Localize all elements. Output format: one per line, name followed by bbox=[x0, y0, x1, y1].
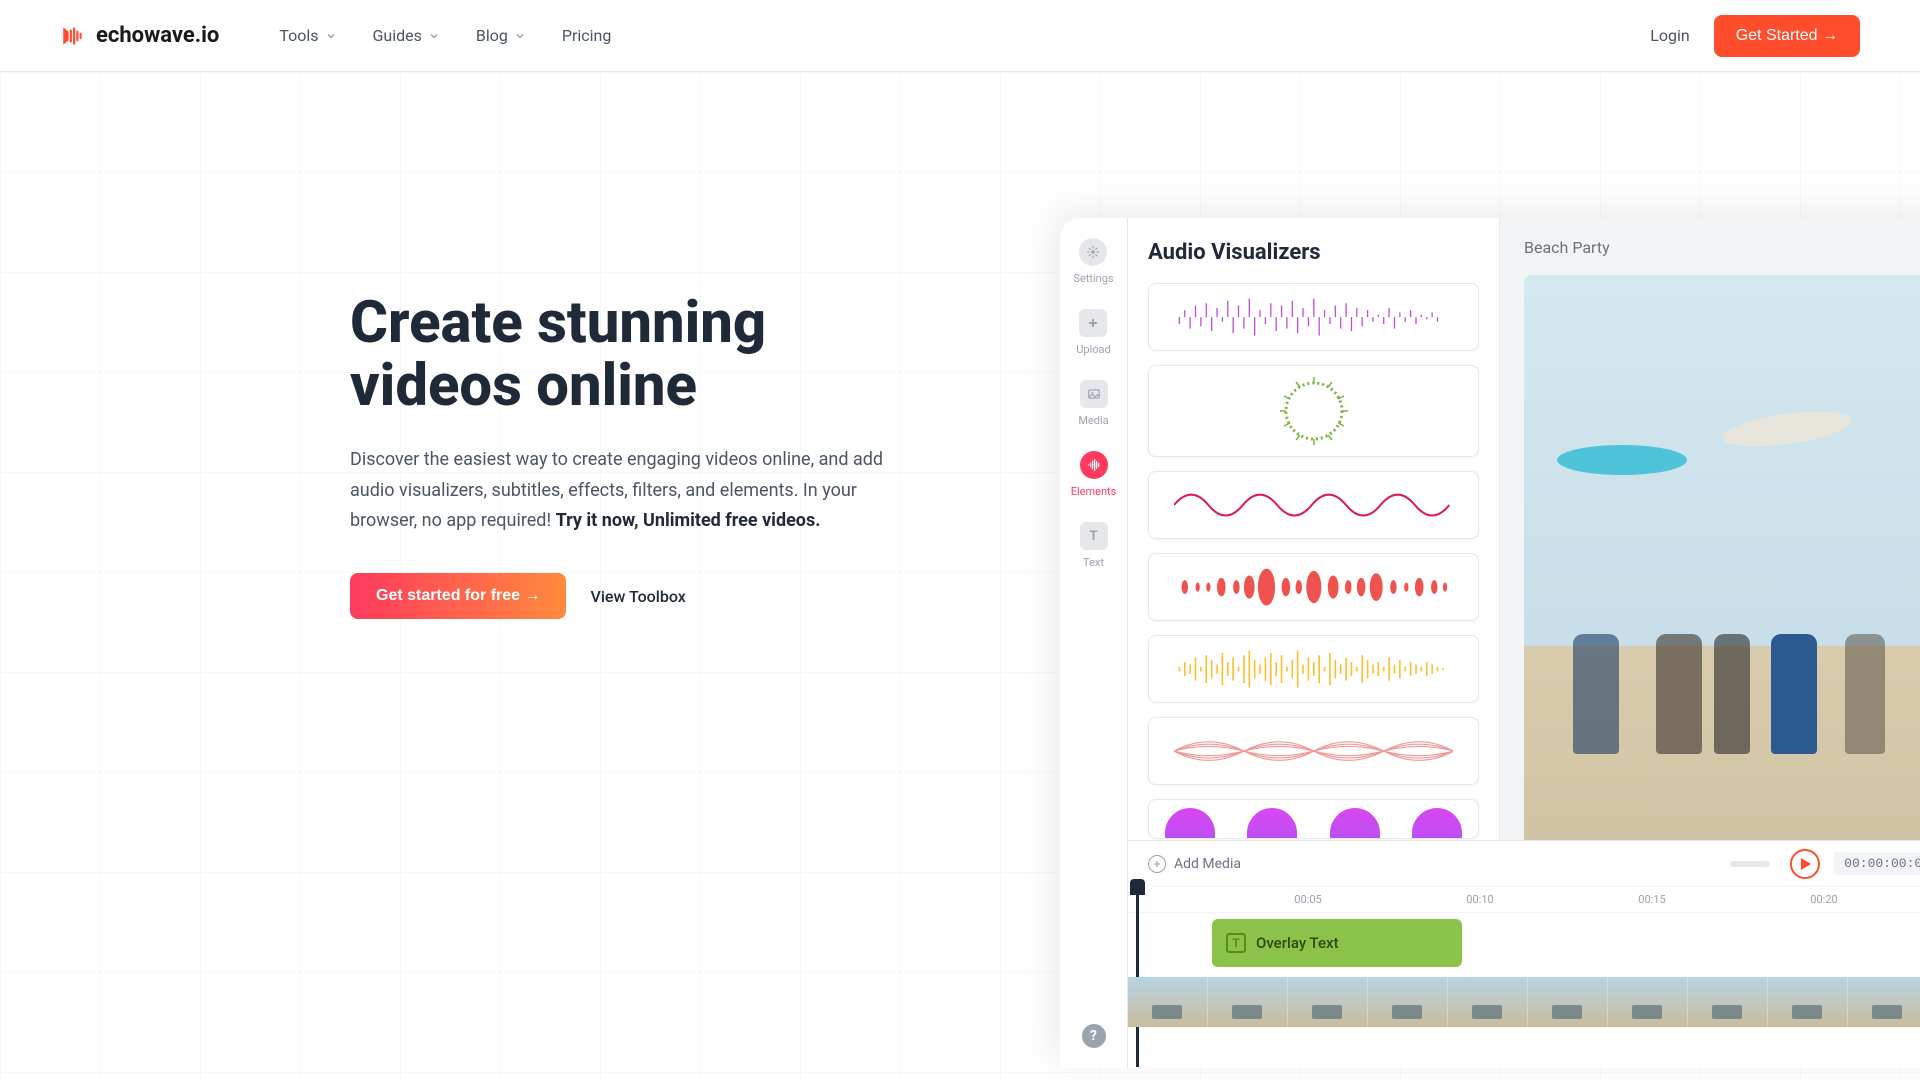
visualizer-sine[interactable] bbox=[1148, 471, 1479, 539]
sidebar-item-upload[interactable]: Upload bbox=[1076, 309, 1110, 356]
video-track[interactable] bbox=[1128, 977, 1920, 1027]
multiwave-visualizer-icon bbox=[1174, 728, 1454, 774]
logo-icon bbox=[60, 23, 86, 49]
logo[interactable]: echowave.io bbox=[60, 23, 219, 49]
sine-visualizer-icon bbox=[1174, 482, 1454, 528]
brand-text: echowave.io bbox=[96, 23, 219, 48]
sidebar-item-media[interactable]: Media bbox=[1078, 380, 1108, 427]
drag-handle-icon[interactable] bbox=[1730, 861, 1770, 867]
hero-description: Discover the easiest way to create engag… bbox=[350, 445, 900, 537]
overlay-text-clip[interactable]: T Overlay Text bbox=[1212, 919, 1462, 967]
image-icon bbox=[1080, 380, 1108, 408]
waveform-visualizer-icon bbox=[1174, 646, 1454, 692]
timecode-display: 00:00:00:00 bbox=[1834, 852, 1920, 875]
visualizer-waveform[interactable] bbox=[1148, 635, 1479, 703]
nav-tools[interactable]: Tools bbox=[279, 26, 336, 45]
nav-guides[interactable]: Guides bbox=[373, 26, 440, 45]
app-preview: Settings Upload Media Elements bbox=[1060, 218, 1920, 1068]
login-link[interactable]: Login bbox=[1650, 26, 1689, 45]
visualizer-multiwave[interactable] bbox=[1148, 717, 1479, 785]
header: echowave.io Tools Guides Blog Pricing Lo… bbox=[0, 0, 1920, 72]
sidebar-item-text[interactable]: T Text bbox=[1080, 522, 1108, 569]
dots-visualizer-icon bbox=[1174, 564, 1454, 610]
nav-blog[interactable]: Blog bbox=[476, 26, 526, 45]
gear-icon bbox=[1079, 238, 1107, 266]
get-started-free-button[interactable]: Get started for free → bbox=[350, 573, 566, 619]
visualizer-bars[interactable] bbox=[1148, 283, 1479, 351]
visualizer-dots[interactable] bbox=[1148, 553, 1479, 621]
chevron-down-icon bbox=[428, 30, 440, 42]
preview-title: Beach Party bbox=[1524, 238, 1920, 257]
get-started-button[interactable]: Get Started → bbox=[1714, 15, 1860, 57]
waveform-icon bbox=[1080, 451, 1108, 479]
timeline-ruler[interactable]: 00:05 00:10 00:15 00:20 bbox=[1128, 887, 1920, 913]
chevron-down-icon bbox=[514, 30, 526, 42]
view-toolbox-link[interactable]: View Toolbox bbox=[590, 587, 685, 606]
timeline: + Add Media 00:00:00:00 00:05 00:10 00:1… bbox=[1128, 840, 1920, 1068]
text-icon: T bbox=[1080, 522, 1108, 550]
nav-pricing[interactable]: Pricing bbox=[562, 26, 612, 45]
add-media-button[interactable]: + Add Media bbox=[1148, 855, 1241, 873]
visualizer-circle[interactable] bbox=[1148, 365, 1479, 457]
timeline-tracks[interactable]: T Overlay Text bbox=[1128, 913, 1920, 921]
plus-circle-icon: + bbox=[1148, 855, 1166, 873]
play-button[interactable] bbox=[1790, 849, 1820, 879]
play-icon bbox=[1801, 858, 1811, 870]
panel-title: Audio Visualizers bbox=[1148, 240, 1479, 265]
circle-visualizer-icon bbox=[1274, 371, 1354, 451]
sidebar-item-settings[interactable]: Settings bbox=[1073, 238, 1113, 285]
hero-title: Create stunning videos online bbox=[350, 292, 870, 417]
text-clip-icon: T bbox=[1226, 933, 1246, 953]
sidebar-item-elements[interactable]: Elements bbox=[1071, 451, 1117, 498]
main-nav: Tools Guides Blog Pricing bbox=[279, 26, 611, 45]
help-icon[interactable]: ? bbox=[1082, 1024, 1106, 1048]
plus-icon bbox=[1079, 309, 1107, 337]
app-sidebar: Settings Upload Media Elements bbox=[1060, 218, 1128, 1068]
visualizer-humps[interactable] bbox=[1148, 799, 1479, 839]
chevron-down-icon bbox=[325, 30, 337, 42]
bars-visualizer-icon bbox=[1174, 294, 1454, 340]
